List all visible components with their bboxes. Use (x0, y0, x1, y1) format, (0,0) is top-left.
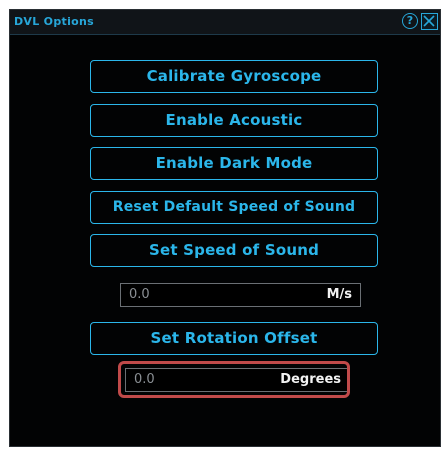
reset-default-speed-of-sound-button[interactable]: Reset Default Speed of Sound (90, 191, 378, 224)
set-rotation-offset-button[interactable]: Set Rotation Offset (90, 322, 378, 355)
rotation-offset-highlight (118, 361, 350, 398)
title-bar: DVL Options ? (10, 10, 440, 35)
calibrate-gyroscope-button[interactable]: Calibrate Gyroscope (90, 60, 378, 93)
window-title: DVL Options (14, 15, 94, 28)
enable-acoustic-button[interactable]: Enable Acoustic (90, 104, 378, 137)
speed-of-sound-input[interactable]: 0.0 M/s (120, 283, 361, 307)
close-icon[interactable] (421, 13, 438, 30)
set-speed-of-sound-button[interactable]: Set Speed of Sound (90, 234, 378, 267)
speed-of-sound-value: 0.0 (129, 287, 150, 302)
enable-dark-mode-button[interactable]: Enable Dark Mode (90, 147, 378, 180)
speed-of-sound-unit: M/s (326, 287, 352, 302)
help-icon[interactable]: ? (402, 13, 418, 29)
